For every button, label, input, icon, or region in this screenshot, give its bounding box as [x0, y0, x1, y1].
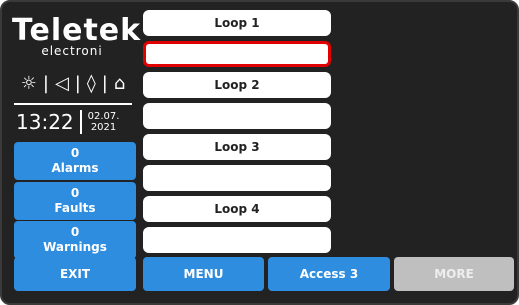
- faults-count: 0: [70, 186, 80, 200]
- access-button[interactable]: Access 3: [268, 257, 390, 291]
- extinguisher-icon: ⌂: [113, 73, 126, 94]
- loop-1-title[interactable]: Loop 1: [143, 10, 331, 36]
- separator: |: [42, 73, 49, 94]
- separator: |: [101, 73, 108, 94]
- brand-name: Teletek: [12, 13, 142, 48]
- loop-1-field[interactable]: [143, 41, 331, 67]
- faults-label: Faults: [54, 201, 96, 215]
- divider: [14, 103, 132, 105]
- clock-separator: [79, 110, 82, 134]
- loop-2-field[interactable]: [143, 103, 331, 129]
- alarms-label: Alarms: [51, 161, 99, 175]
- status-icons: ☼ | ◁ | ◊ | ⌂: [12, 73, 134, 94]
- exit-button[interactable]: EXIT: [14, 257, 136, 291]
- separator: |: [74, 73, 81, 94]
- more-button[interactable]: MORE: [394, 257, 514, 291]
- loop-2-title[interactable]: Loop 2: [143, 72, 331, 98]
- brand-logo: Teletek electroni: [12, 13, 142, 59]
- warnings-count: 0: [70, 225, 80, 239]
- menu-button[interactable]: MENU: [143, 257, 264, 291]
- warnings-label: Warnings: [43, 240, 107, 254]
- clock-date: 02.07. 2021: [88, 111, 120, 133]
- alarms-button[interactable]: 0 Alarms: [14, 142, 136, 180]
- sun-icon: ☼: [20, 73, 37, 94]
- clock-time: 13:22: [16, 110, 74, 134]
- date-day-month: 02.07.: [87, 111, 120, 122]
- warnings-button[interactable]: 0 Warnings: [14, 221, 136, 259]
- loop-4-title[interactable]: Loop 4: [143, 196, 331, 222]
- loop-3-field[interactable]: [143, 165, 331, 191]
- device-screen: Teletek electroni ☼ | ◁ | ◊ | ⌂ 13:22 02…: [0, 0, 519, 305]
- date-year: 2021: [90, 122, 117, 133]
- speaker-icon: ◁: [54, 73, 69, 94]
- loop-3-title[interactable]: Loop 3: [143, 134, 331, 160]
- faults-button[interactable]: 0 Faults: [14, 182, 136, 220]
- fire-icon: ◊: [86, 73, 96, 94]
- loop-4-field[interactable]: [143, 227, 331, 253]
- clock: 13:22 02.07. 2021: [16, 110, 119, 134]
- alarms-count: 0: [70, 146, 80, 160]
